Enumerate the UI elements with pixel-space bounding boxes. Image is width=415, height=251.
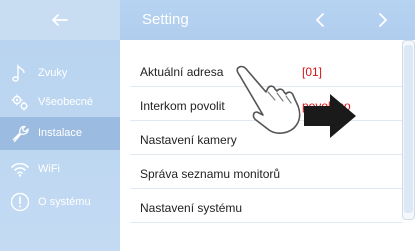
chevron-left-icon <box>316 13 324 27</box>
sidebar-item-instalace[interactable]: Instalace <box>0 117 120 150</box>
settings-row-nastaveni-systemu[interactable]: Nastavení systému <box>120 189 402 223</box>
wifi-icon <box>11 162 29 177</box>
page-title: Setting <box>142 11 189 28</box>
sidebar-item-label: O systému <box>38 196 91 208</box>
wrench-icon <box>12 125 29 143</box>
music-note-icon <box>12 63 25 82</box>
sidebar-item-o-systemu[interactable]: O systému <box>0 186 120 219</box>
pointing-hand-swipe-icon <box>236 65 356 138</box>
sidebar-item-vseobecne[interactable]: Všeobecné <box>0 86 120 119</box>
sidebar-item-wifi[interactable]: WiFi <box>0 153 120 186</box>
settings-row-sprava-seznamu-monitoru[interactable]: Správa seznamu monitorů <box>120 155 402 189</box>
row-divider <box>130 222 402 223</box>
sidebar-item-label: WiFi <box>38 163 60 175</box>
row-label: Nastavení kamery <box>140 133 237 147</box>
prev-page-button[interactable] <box>308 8 334 32</box>
sidebar-item-label: Instalace <box>38 127 83 139</box>
back-button[interactable] <box>46 10 74 30</box>
scrollbar-thumb[interactable] <box>404 45 413 213</box>
sidebar-item-label: Zvuky <box>38 67 68 79</box>
gears-icon <box>11 94 28 111</box>
next-page-button[interactable] <box>369 8 395 32</box>
sidebar: Zvuky Všeobecné Instalace WiFi O systému <box>0 0 120 251</box>
back-arrow-icon <box>52 14 68 26</box>
header-bar: Setting <box>120 0 415 40</box>
row-label: Nastavení systému <box>140 201 243 215</box>
row-label: Aktuální adresa <box>140 65 224 79</box>
chevron-right-icon <box>379 13 387 27</box>
setting-screen: Zvuky Všeobecné Instalace WiFi O systému… <box>0 0 415 251</box>
sidebar-header <box>0 0 120 40</box>
sidebar-item-label: Všeobecné <box>38 96 94 108</box>
row-label: Správa seznamu monitorů <box>140 167 281 181</box>
row-label: Interkom povolit <box>140 99 225 113</box>
scrollbar[interactable] <box>402 40 415 220</box>
info-icon <box>10 192 30 212</box>
